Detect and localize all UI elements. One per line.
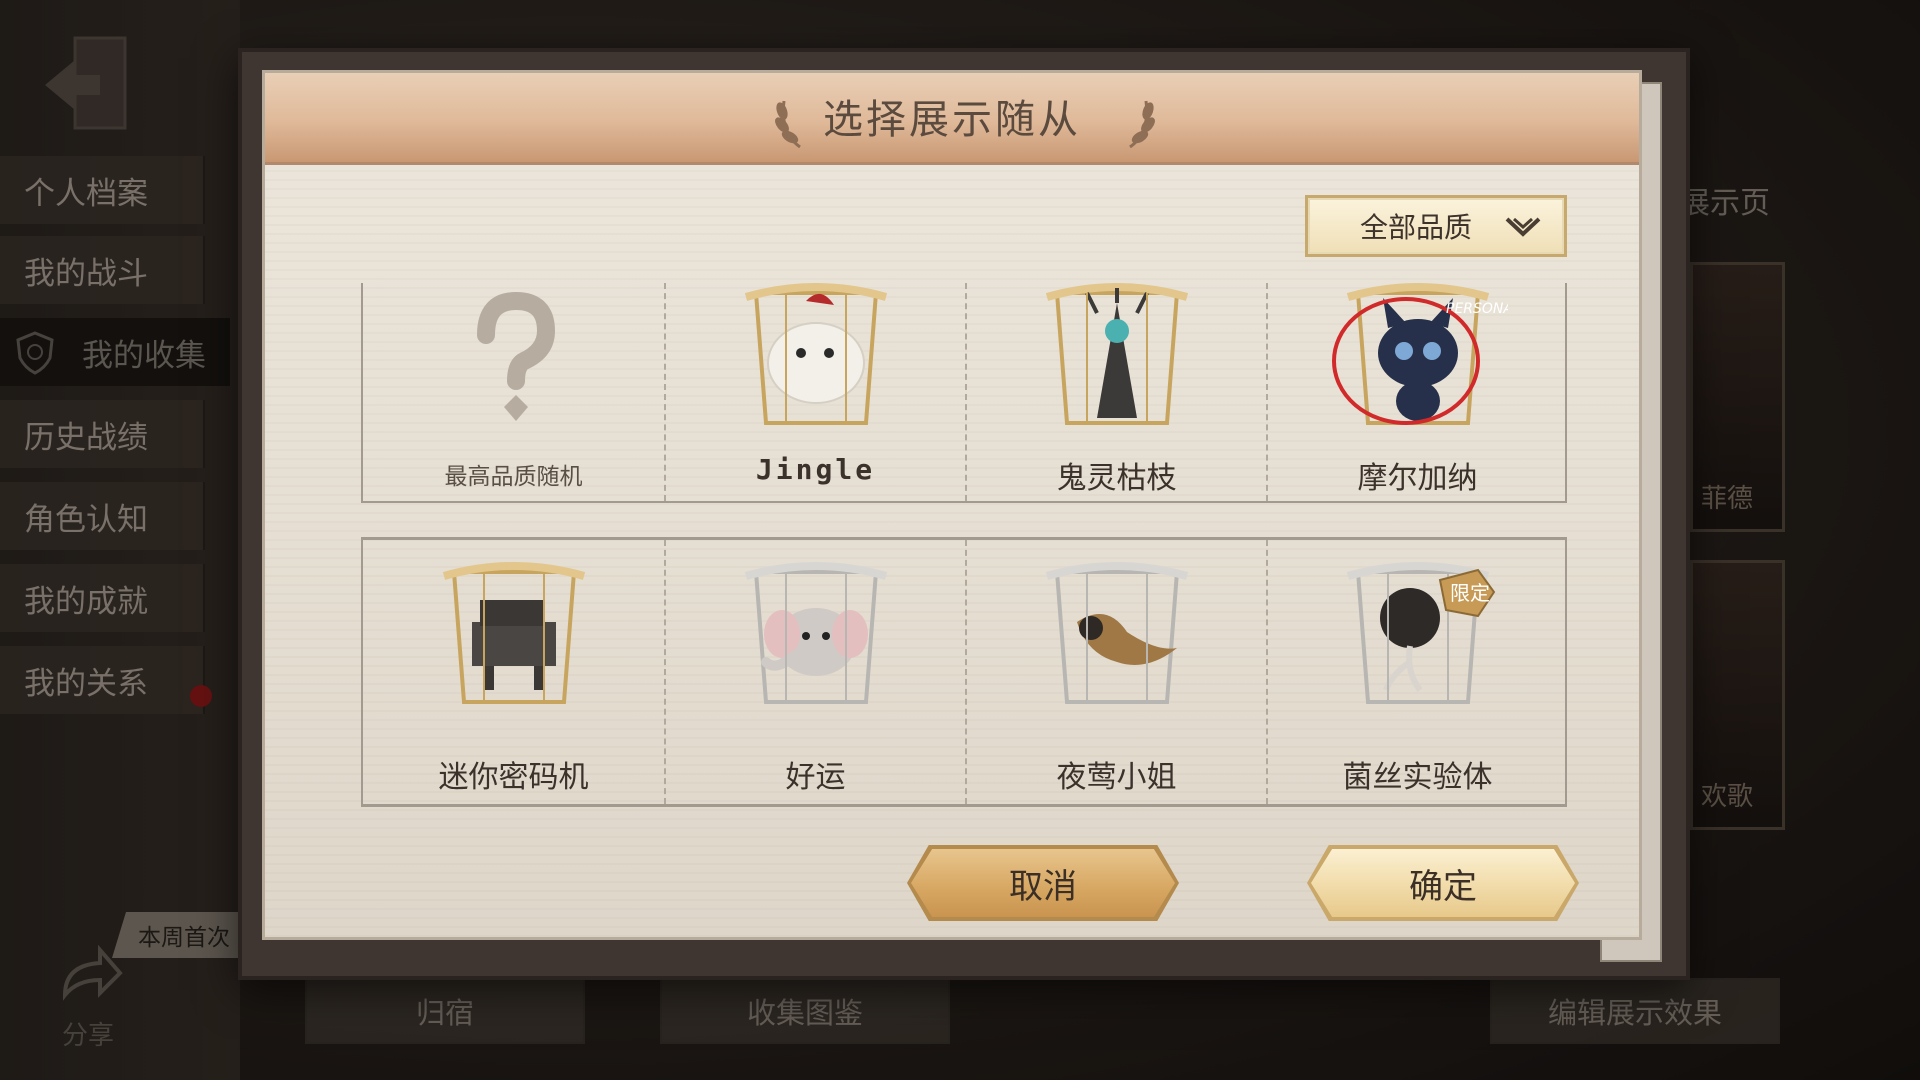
select-pet-dialog: 选择展示随从 全部品质 最高品质随机 Jingle 鬼灵枯枝 PERSON 摩尔… [262, 70, 1642, 940]
laurel-right-icon [1129, 100, 1155, 149]
pet-name: Jingle [755, 453, 876, 486]
pet-option-morgana[interactable]: PERSONA5 摩尔加纳 [1266, 283, 1567, 501]
cage-bird-icon [1045, 562, 1188, 704]
cage-cipher-machine-icon [442, 562, 585, 704]
pet-option-jingle[interactable]: Jingle [664, 283, 965, 501]
cage-cat-icon: PERSONA5 [1331, 283, 1508, 425]
chevron-down-icon [1505, 217, 1541, 237]
cage-elephant-icon [744, 562, 887, 704]
question-mark-icon [476, 291, 555, 421]
cage-mushroom-icon: 限定 [1346, 562, 1495, 704]
cancel-button[interactable]: 取消 [911, 849, 1175, 917]
pet-option-mycelium-subject[interactable]: 限定 菌丝实验体 [1266, 540, 1567, 804]
pet-grid-row: 最高品质随机 Jingle 鬼灵枯枝 PERSON 摩尔加纳 [361, 283, 1567, 503]
pet-option-miss-nightingale[interactable]: 夜莺小姐 [965, 540, 1266, 804]
confirm-button[interactable]: 确定 [1311, 849, 1575, 917]
pet-name: 夜莺小姐 [1056, 760, 1177, 795]
pet-name: 最高品质随机 [444, 464, 583, 490]
quality-filter-dropdown[interactable]: 全部品质 [1305, 195, 1567, 257]
dialog-header: 选择展示随从 [265, 73, 1639, 165]
pet-name: 鬼灵枯枝 [1056, 461, 1177, 496]
pet-option-random[interactable]: 最高品质随机 [363, 283, 664, 501]
pet-option-ghost-branch[interactable]: 鬼灵枯枝 [965, 283, 1266, 501]
quality-filter-value: 全部品质 [1360, 211, 1473, 244]
limited-badge: 限定 [1450, 581, 1490, 605]
pet-name: 摩尔加纳 [1357, 461, 1478, 496]
pet-name: 好运 [785, 760, 846, 795]
pet-option-good-luck[interactable]: 好运 [664, 540, 965, 804]
pet-name: 迷你密码机 [438, 760, 589, 795]
dialog-title: 选择展示随从 [823, 97, 1081, 143]
pet-grid-row: 迷你密码机 好运 夜莺小姐 限定 菌丝实验体 [361, 537, 1567, 807]
cage-dog-icon [744, 283, 887, 425]
pet-name: 菌丝实验体 [1342, 760, 1493, 795]
persona5-logo: PERSONA5 [1446, 301, 1508, 317]
cage-branch-spirit-icon [1045, 283, 1188, 425]
pet-option-mini-cipher[interactable]: 迷你密码机 [363, 540, 664, 804]
